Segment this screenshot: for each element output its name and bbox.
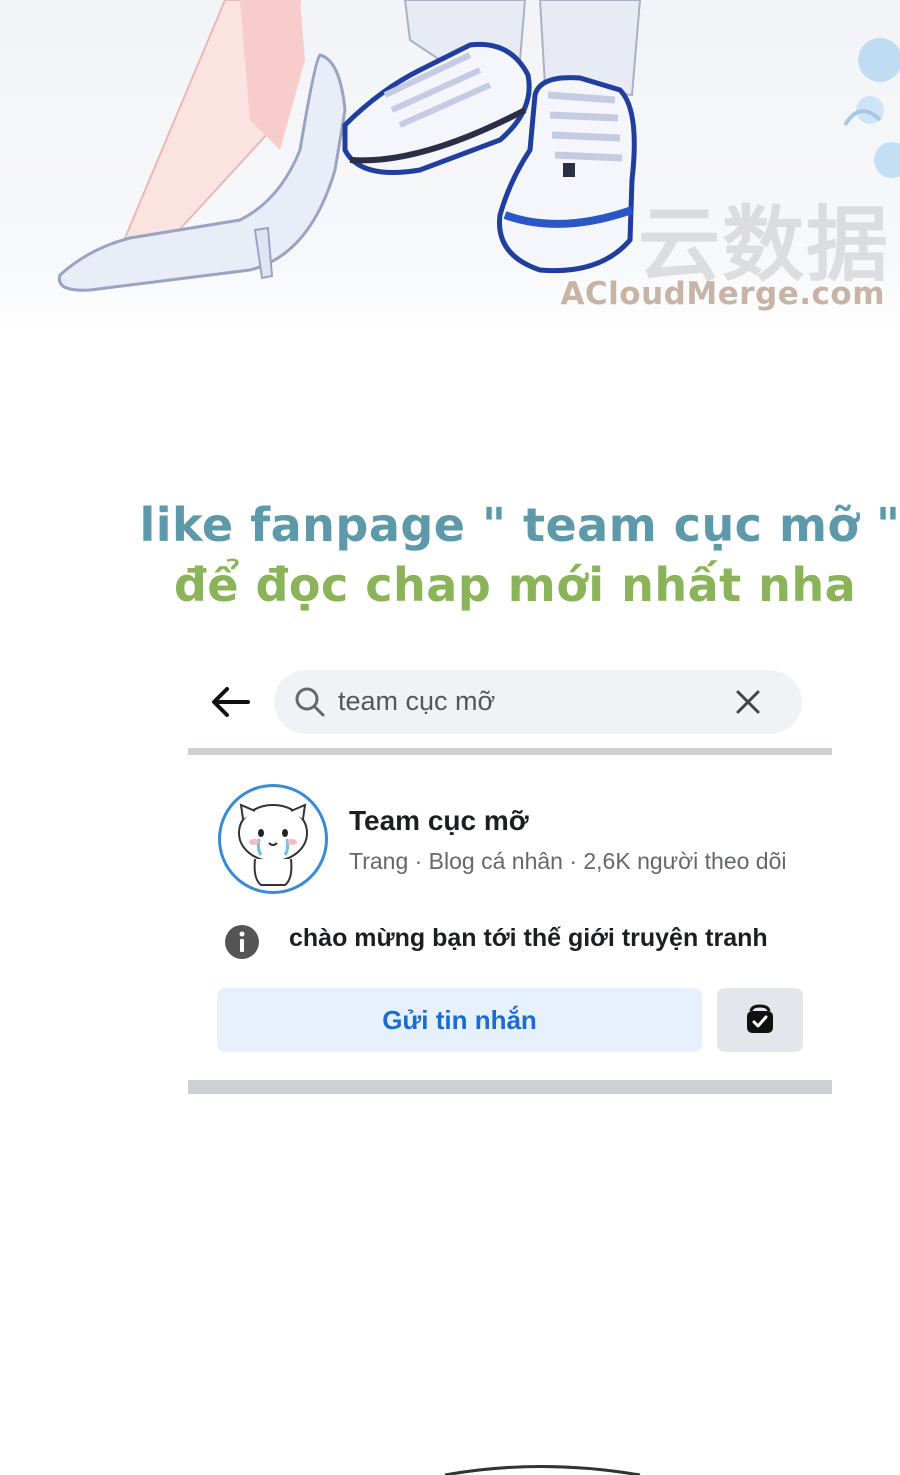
divider xyxy=(188,1080,832,1094)
page-name[interactable]: Team cục mỡ xyxy=(349,805,529,837)
arrow-left-icon[interactable] xyxy=(208,680,252,724)
promo-line-2: để đọc chap mới nhất nha xyxy=(173,558,857,612)
promo-line-1: like fanpage " team cục mỡ " xyxy=(139,498,900,552)
info-circle-icon xyxy=(225,925,259,959)
cartoon-cat-avatar[interactable] xyxy=(218,784,328,894)
comic-illustration: 云数据 ACloudMerge.com xyxy=(0,0,900,330)
page-meta: Trang · Blog cá nhân · 2,6K người theo d… xyxy=(349,848,787,874)
facebook-search-screenshot: Team cục mỡ Trang · Blog cá nhân · 2,6K … xyxy=(188,660,832,1100)
magnifier-icon xyxy=(295,687,325,717)
search-input[interactable] xyxy=(338,686,698,717)
watermark-url: ACloudMerge.com xyxy=(560,276,885,312)
close-x-icon[interactable] xyxy=(734,688,762,716)
shop-bag-icon xyxy=(747,1004,773,1033)
search-bar[interactable] xyxy=(274,670,802,734)
speech-bubble-edge xyxy=(444,1465,641,1475)
intro-text: chào mừng bạn tới thế giới truyện tranh xyxy=(289,924,768,952)
shop-button[interactable] xyxy=(717,988,803,1052)
divider xyxy=(188,748,832,755)
send-message-button[interactable]: Gửi tin nhắn xyxy=(217,988,702,1052)
